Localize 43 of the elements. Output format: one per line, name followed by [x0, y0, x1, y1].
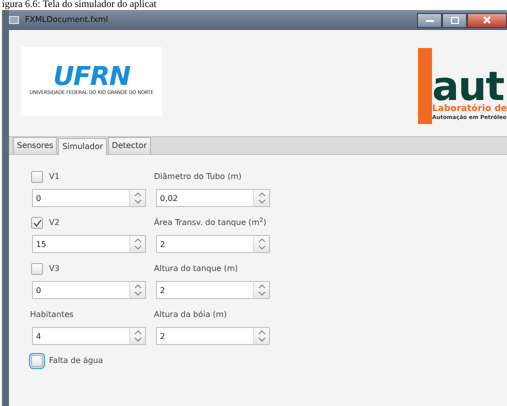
field-label: Área Transv. do tanque (m$^{2}$) [154, 216, 266, 228]
spinner-field[interactable]: 2 [156, 235, 270, 253]
spinner-field[interactable]: 2 [156, 327, 270, 345]
minimize-icon [426, 18, 434, 22]
field-label: V1 [49, 170, 60, 182]
field-label: V2 [49, 216, 60, 228]
spinner-arrows-icon[interactable] [253, 236, 269, 252]
spinner-field[interactable]: 15 [32, 235, 146, 253]
spinner-field[interactable]: 0,02 [156, 189, 270, 207]
close-button[interactable] [467, 12, 507, 28]
close-icon [483, 16, 491, 24]
field-label: V3 [49, 262, 60, 274]
logo-text: aut [432, 68, 504, 105]
spinner-field[interactable]: 0 [32, 281, 146, 299]
window-title: FXMLDocument.fxml [25, 14, 108, 26]
tab[interactable]: Sensores [13, 137, 58, 154]
logo-subtitle: Laboratório de [432, 104, 507, 114]
checkbox[interactable] [31, 262, 43, 274]
checkbox[interactable] [31, 170, 43, 182]
spinner-arrows-icon[interactable] [129, 328, 145, 344]
logo-text: UFRN [53, 64, 130, 90]
field-label: Habitantes [30, 308, 74, 320]
spinner-field[interactable]: 2 [156, 281, 270, 299]
spinner-arrows-icon[interactable] [253, 328, 269, 344]
checkbox[interactable] [31, 216, 43, 228]
spinner-arrows-icon[interactable] [129, 190, 145, 206]
figure-caption: igura 6.6: Tela do simulador do aplicat [2, 0, 158, 10]
spinner-field[interactable]: 0 [32, 189, 146, 207]
checkbox-label: Falta de água [49, 354, 104, 366]
maximize-button[interactable] [442, 12, 467, 28]
tab[interactable]: Detector [108, 137, 151, 154]
minimize-button[interactable] [417, 12, 442, 28]
field-label: Altura do tanque (m) [154, 262, 238, 274]
maximize-icon [450, 16, 458, 24]
spinner-arrows-icon[interactable] [253, 190, 269, 206]
spinner-field[interactable]: 4 [32, 327, 146, 345]
tab[interactable]: Simulador [58, 138, 107, 155]
spinner-arrows-icon[interactable] [253, 282, 269, 298]
field-label: Altura da bóia (m) [154, 308, 227, 320]
field-label: Diâmetro do Tubo (m) [154, 170, 242, 182]
app-icon [9, 16, 19, 24]
spinner-arrows-icon[interactable] [129, 236, 145, 252]
spinner-arrows-icon[interactable] [129, 282, 145, 298]
